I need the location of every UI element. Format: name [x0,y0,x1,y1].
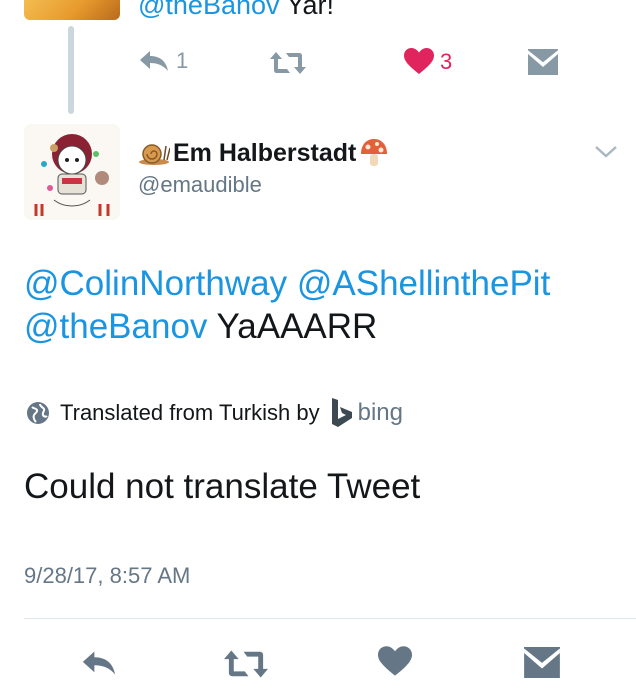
heart-icon [378,646,412,676]
chevron-down-icon [595,146,617,158]
like-button[interactable] [378,646,412,677]
thread-connector-line [68,26,74,114]
reply-button[interactable] [80,648,118,678]
previous-tweet-body: Yar! [286,0,335,20]
mention-link[interactable]: @AShellinthePit [297,264,550,303]
avatar-illustration [24,124,120,220]
translation-attribution: Translated from Turkish by bing [26,398,403,428]
tweet-text: @ColinNorthway @AShellinthePit @theBanov… [24,262,624,348]
previous-like-button[interactable]: 3 [404,48,452,75]
previous-like-count: 3 [440,48,453,74]
tweet-options-caret[interactable] [594,145,618,164]
author-name-row[interactable]: Em Halberstadt [138,138,389,168]
translation-text: Could not translate Tweet [24,467,421,506]
reply-icon [82,651,116,675]
tweet-body: YaAAARR [216,307,378,346]
action-bar-divider [24,618,636,619]
tweet-timestamp[interactable]: 9/28/17, 8:57 AM [24,563,190,589]
mention-link[interactable]: @ColinNorthway [24,264,287,303]
envelope-icon [524,647,560,678]
mention-link[interactable]: @theBanov [24,307,207,346]
author-avatar[interactable] [24,124,120,220]
dm-button[interactable] [524,647,560,678]
bing-logo-icon [331,398,352,427]
previous-tweet-avatar[interactable] [24,0,120,20]
snail-emoji [139,144,170,165]
retweet-icon [224,650,268,678]
author-display-name: Em Halberstadt [173,138,357,167]
previous-reply-count: 1 [176,48,189,73]
envelope-icon [528,49,558,75]
previous-tweet-mention[interactable]: @theBanov [138,0,280,20]
translator-name: bing [357,399,403,426]
previous-tweet-text: @theBanov Yar! [138,0,334,20]
reply-icon [140,51,168,71]
translated-label: Translated from Turkish by [60,400,320,425]
mushroom-emoji [361,139,388,166]
heart-icon [404,48,434,74]
previous-retweet-button[interactable] [270,50,306,76]
author-handle[interactable]: @emaudible [138,172,262,198]
previous-dm-button[interactable] [528,49,558,75]
globe-icon [27,402,49,424]
previous-reply-button[interactable]: 1 [138,48,188,74]
retweet-button[interactable] [224,648,268,680]
retweet-icon [270,52,306,74]
